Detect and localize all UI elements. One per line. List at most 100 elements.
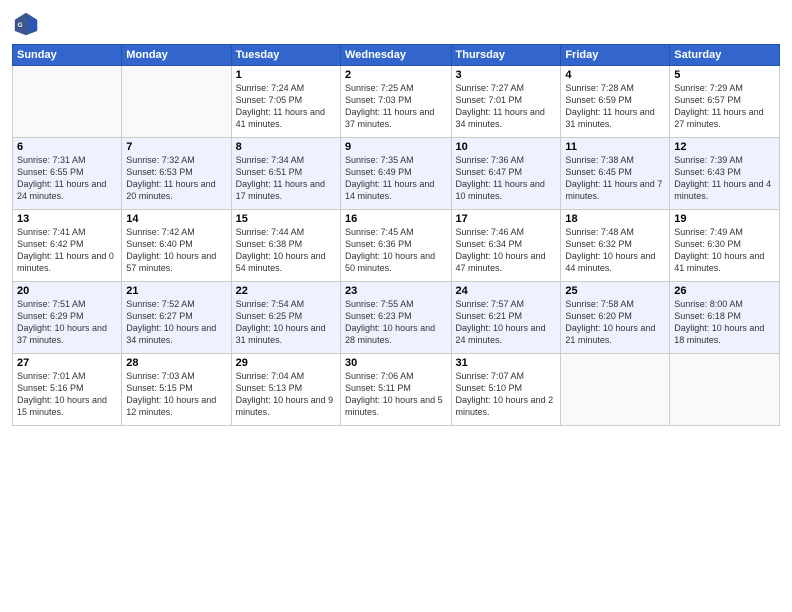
calendar-cell <box>561 354 670 426</box>
weekday-header-sunday: Sunday <box>13 45 122 66</box>
calendar-cell: 17Sunrise: 7:46 AM Sunset: 6:34 PM Dayli… <box>451 210 561 282</box>
day-info: Sunrise: 7:41 AM Sunset: 6:42 PM Dayligh… <box>17 226 117 275</box>
week-row-5: 27Sunrise: 7:01 AM Sunset: 5:16 PM Dayli… <box>13 354 780 426</box>
svg-text:G: G <box>18 22 23 29</box>
day-number: 5 <box>674 69 775 81</box>
day-number: 12 <box>674 141 775 153</box>
day-info: Sunrise: 7:52 AM Sunset: 6:27 PM Dayligh… <box>126 298 226 347</box>
day-info: Sunrise: 7:39 AM Sunset: 6:43 PM Dayligh… <box>674 154 775 203</box>
day-info: Sunrise: 7:35 AM Sunset: 6:49 PM Dayligh… <box>345 154 446 203</box>
calendar-cell: 24Sunrise: 7:57 AM Sunset: 6:21 PM Dayli… <box>451 282 561 354</box>
calendar-cell: 31Sunrise: 7:07 AM Sunset: 5:10 PM Dayli… <box>451 354 561 426</box>
calendar-cell: 10Sunrise: 7:36 AM Sunset: 6:47 PM Dayli… <box>451 138 561 210</box>
day-info: Sunrise: 7:49 AM Sunset: 6:30 PM Dayligh… <box>674 226 775 275</box>
day-info: Sunrise: 7:31 AM Sunset: 6:55 PM Dayligh… <box>17 154 117 203</box>
day-info: Sunrise: 7:54 AM Sunset: 6:25 PM Dayligh… <box>236 298 336 347</box>
day-number: 13 <box>17 213 117 225</box>
calendar-cell: 13Sunrise: 7:41 AM Sunset: 6:42 PM Dayli… <box>13 210 122 282</box>
calendar-cell: 23Sunrise: 7:55 AM Sunset: 6:23 PM Dayli… <box>341 282 451 354</box>
day-info: Sunrise: 7:28 AM Sunset: 6:59 PM Dayligh… <box>565 82 665 131</box>
weekday-header-tuesday: Tuesday <box>231 45 340 66</box>
day-number: 21 <box>126 285 226 297</box>
weekday-header-monday: Monday <box>122 45 231 66</box>
header: G <box>12 10 780 38</box>
day-number: 25 <box>565 285 665 297</box>
day-number: 11 <box>565 141 665 153</box>
calendar-cell <box>13 66 122 138</box>
day-info: Sunrise: 7:48 AM Sunset: 6:32 PM Dayligh… <box>565 226 665 275</box>
day-info: Sunrise: 7:32 AM Sunset: 6:53 PM Dayligh… <box>126 154 226 203</box>
day-number: 2 <box>345 69 446 81</box>
logo-icon: G <box>12 10 40 38</box>
calendar-cell: 12Sunrise: 7:39 AM Sunset: 6:43 PM Dayli… <box>670 138 780 210</box>
day-info: Sunrise: 7:34 AM Sunset: 6:51 PM Dayligh… <box>236 154 336 203</box>
calendar-cell: 22Sunrise: 7:54 AM Sunset: 6:25 PM Dayli… <box>231 282 340 354</box>
day-info: Sunrise: 7:51 AM Sunset: 6:29 PM Dayligh… <box>17 298 117 347</box>
day-number: 6 <box>17 141 117 153</box>
calendar-cell: 4Sunrise: 7:28 AM Sunset: 6:59 PM Daylig… <box>561 66 670 138</box>
page: G SundayMondayTuesdayWednesdayThursdayFr… <box>0 0 792 612</box>
weekday-header-wednesday: Wednesday <box>341 45 451 66</box>
calendar-cell: 29Sunrise: 7:04 AM Sunset: 5:13 PM Dayli… <box>231 354 340 426</box>
day-info: Sunrise: 7:04 AM Sunset: 5:13 PM Dayligh… <box>236 370 336 419</box>
day-number: 15 <box>236 213 336 225</box>
day-info: Sunrise: 7:58 AM Sunset: 6:20 PM Dayligh… <box>565 298 665 347</box>
calendar-cell: 15Sunrise: 7:44 AM Sunset: 6:38 PM Dayli… <box>231 210 340 282</box>
day-number: 7 <box>126 141 226 153</box>
weekday-header-thursday: Thursday <box>451 45 561 66</box>
week-row-4: 20Sunrise: 7:51 AM Sunset: 6:29 PM Dayli… <box>13 282 780 354</box>
calendar-cell <box>670 354 780 426</box>
day-number: 24 <box>456 285 557 297</box>
calendar-cell: 2Sunrise: 7:25 AM Sunset: 7:03 PM Daylig… <box>341 66 451 138</box>
week-row-2: 6Sunrise: 7:31 AM Sunset: 6:55 PM Daylig… <box>13 138 780 210</box>
calendar-cell: 21Sunrise: 7:52 AM Sunset: 6:27 PM Dayli… <box>122 282 231 354</box>
weekday-header-friday: Friday <box>561 45 670 66</box>
calendar-cell: 20Sunrise: 7:51 AM Sunset: 6:29 PM Dayli… <box>13 282 122 354</box>
day-number: 23 <box>345 285 446 297</box>
day-info: Sunrise: 7:27 AM Sunset: 7:01 PM Dayligh… <box>456 82 557 131</box>
day-info: Sunrise: 8:00 AM Sunset: 6:18 PM Dayligh… <box>674 298 775 347</box>
day-number: 1 <box>236 69 336 81</box>
day-info: Sunrise: 7:24 AM Sunset: 7:05 PM Dayligh… <box>236 82 336 131</box>
week-row-3: 13Sunrise: 7:41 AM Sunset: 6:42 PM Dayli… <box>13 210 780 282</box>
calendar-cell: 1Sunrise: 7:24 AM Sunset: 7:05 PM Daylig… <box>231 66 340 138</box>
day-info: Sunrise: 7:06 AM Sunset: 5:11 PM Dayligh… <box>345 370 446 419</box>
day-number: 18 <box>565 213 665 225</box>
calendar-cell: 25Sunrise: 7:58 AM Sunset: 6:20 PM Dayli… <box>561 282 670 354</box>
day-number: 22 <box>236 285 336 297</box>
calendar-cell: 30Sunrise: 7:06 AM Sunset: 5:11 PM Dayli… <box>341 354 451 426</box>
day-number: 3 <box>456 69 557 81</box>
day-number: 30 <box>345 357 446 369</box>
day-number: 27 <box>17 357 117 369</box>
day-info: Sunrise: 7:45 AM Sunset: 6:36 PM Dayligh… <box>345 226 446 275</box>
day-number: 14 <box>126 213 226 225</box>
day-info: Sunrise: 7:36 AM Sunset: 6:47 PM Dayligh… <box>456 154 557 203</box>
calendar-cell: 3Sunrise: 7:27 AM Sunset: 7:01 PM Daylig… <box>451 66 561 138</box>
week-row-1: 1Sunrise: 7:24 AM Sunset: 7:05 PM Daylig… <box>13 66 780 138</box>
day-info: Sunrise: 7:03 AM Sunset: 5:15 PM Dayligh… <box>126 370 226 419</box>
day-info: Sunrise: 7:25 AM Sunset: 7:03 PM Dayligh… <box>345 82 446 131</box>
day-number: 28 <box>126 357 226 369</box>
day-number: 16 <box>345 213 446 225</box>
day-info: Sunrise: 7:44 AM Sunset: 6:38 PM Dayligh… <box>236 226 336 275</box>
calendar-table: SundayMondayTuesdayWednesdayThursdayFrid… <box>12 44 780 426</box>
day-info: Sunrise: 7:57 AM Sunset: 6:21 PM Dayligh… <box>456 298 557 347</box>
day-info: Sunrise: 7:01 AM Sunset: 5:16 PM Dayligh… <box>17 370 117 419</box>
day-number: 31 <box>456 357 557 369</box>
calendar-cell: 16Sunrise: 7:45 AM Sunset: 6:36 PM Dayli… <box>341 210 451 282</box>
calendar-cell: 28Sunrise: 7:03 AM Sunset: 5:15 PM Dayli… <box>122 354 231 426</box>
day-number: 17 <box>456 213 557 225</box>
day-info: Sunrise: 7:42 AM Sunset: 6:40 PM Dayligh… <box>126 226 226 275</box>
calendar-cell: 8Sunrise: 7:34 AM Sunset: 6:51 PM Daylig… <box>231 138 340 210</box>
weekday-header-saturday: Saturday <box>670 45 780 66</box>
calendar-cell: 18Sunrise: 7:48 AM Sunset: 6:32 PM Dayli… <box>561 210 670 282</box>
calendar-cell <box>122 66 231 138</box>
calendar-cell: 27Sunrise: 7:01 AM Sunset: 5:16 PM Dayli… <box>13 354 122 426</box>
day-number: 9 <box>345 141 446 153</box>
calendar-cell: 7Sunrise: 7:32 AM Sunset: 6:53 PM Daylig… <box>122 138 231 210</box>
weekday-header-row: SundayMondayTuesdayWednesdayThursdayFrid… <box>13 45 780 66</box>
logo: G <box>12 10 42 38</box>
day-number: 10 <box>456 141 557 153</box>
calendar-cell: 11Sunrise: 7:38 AM Sunset: 6:45 PM Dayli… <box>561 138 670 210</box>
calendar-cell: 5Sunrise: 7:29 AM Sunset: 6:57 PM Daylig… <box>670 66 780 138</box>
